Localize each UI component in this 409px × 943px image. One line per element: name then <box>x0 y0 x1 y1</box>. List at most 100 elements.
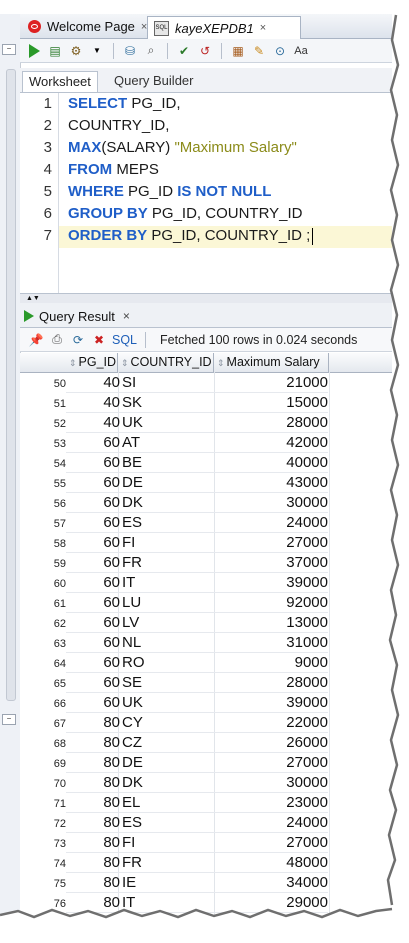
table-row[interactable]: 71 80 EL 23000 <box>20 793 392 813</box>
splitter-arrows-icon[interactable]: ▲▼ <box>26 295 40 302</box>
cell-pg-id[interactable]: 60 <box>70 513 120 533</box>
cell-country-id[interactable]: IT <box>122 573 212 593</box>
column-header-country-id[interactable]: ⇕ COUNTRY_ID <box>118 353 214 372</box>
cell-pg-id[interactable]: 80 <box>70 733 120 753</box>
close-icon[interactable]: × <box>123 309 130 323</box>
cell-maximum-salary[interactable]: 31000 <box>215 633 328 653</box>
table-row[interactable]: 65 60 SE 28000 <box>20 673 392 693</box>
code-line[interactable]: COUNTRY_ID, <box>68 117 169 134</box>
cell-country-id[interactable]: FR <box>122 853 212 873</box>
sql-editor[interactable]: 1 2 3 4 5 6 7 SELECT PG_ID, COUNTRY_ID, MAX(SALA… <box>20 93 392 293</box>
cell-maximum-salary[interactable]: 26000 <box>215 733 328 753</box>
table-row[interactable]: 52 40 UK 28000 <box>20 413 392 433</box>
table-row[interactable]: 61 60 LU 92000 <box>20 593 392 613</box>
run-statement-icon[interactable] <box>26 43 42 59</box>
cell-country-id[interactable]: FR <box>122 553 212 573</box>
cell-maximum-salary[interactable]: 23000 <box>215 793 328 813</box>
cell-pg-id[interactable]: 60 <box>70 473 120 493</box>
cancel-icon[interactable]: ✖ <box>91 332 107 348</box>
cell-maximum-salary[interactable]: 21000 <box>215 373 328 393</box>
cell-country-id[interactable]: EL <box>122 793 212 813</box>
table-row[interactable]: 74 80 FR 48000 <box>20 853 392 873</box>
cell-maximum-salary[interactable]: 39000 <box>215 693 328 713</box>
cell-pg-id[interactable]: 60 <box>70 693 120 713</box>
cell-maximum-salary[interactable]: 37000 <box>215 553 328 573</box>
cell-country-id[interactable]: DK <box>122 493 212 513</box>
table-row[interactable]: 69 80 DE 27000 <box>20 753 392 773</box>
cell-pg-id[interactable]: 40 <box>70 393 120 413</box>
rollback-icon[interactable]: ↺ <box>197 43 213 59</box>
cell-pg-id[interactable]: 80 <box>70 713 120 733</box>
cell-pg-id[interactable]: 80 <box>70 833 120 853</box>
cell-maximum-salary[interactable]: 28000 <box>215 673 328 693</box>
code-line[interactable]: SELECT PG_ID, <box>68 95 181 112</box>
code-line[interactable]: WHERE PG_ID IS NOT NULL <box>68 183 271 200</box>
left-panel-scrollbar[interactable] <box>6 69 16 701</box>
cell-maximum-salary[interactable]: 9000 <box>215 653 328 673</box>
tab-welcome-page[interactable]: Welcome Page × <box>22 16 159 37</box>
cell-maximum-salary[interactable]: 24000 <box>215 513 328 533</box>
cell-country-id[interactable]: LV <box>122 613 212 633</box>
table-row[interactable]: 57 60 ES 24000 <box>20 513 392 533</box>
cell-pg-id[interactable]: 60 <box>70 533 120 553</box>
cell-pg-id[interactable]: 80 <box>70 813 120 833</box>
cell-country-id[interactable]: DE <box>122 473 212 493</box>
cell-pg-id[interactable]: 60 <box>70 493 120 513</box>
run-script-icon[interactable]: ▤ <box>47 43 63 59</box>
cell-country-id[interactable]: AT <box>122 433 212 453</box>
cell-maximum-salary[interactable]: 27000 <box>215 753 328 773</box>
cell-country-id[interactable]: DE <box>122 753 212 773</box>
cell-maximum-salary[interactable]: 13000 <box>215 613 328 633</box>
table-row[interactable]: 55 60 DE 43000 <box>20 473 392 493</box>
table-row[interactable]: 75 80 IE 34000 <box>20 873 392 893</box>
cell-country-id[interactable]: BE <box>122 453 212 473</box>
table-row[interactable]: 66 60 UK 39000 <box>20 693 392 713</box>
cell-country-id[interactable]: FI <box>122 833 212 853</box>
cell-pg-id[interactable]: 80 <box>70 753 120 773</box>
cell-pg-id[interactable]: 80 <box>70 773 120 793</box>
collapse-icon[interactable]: − <box>2 44 16 55</box>
tab-worksheet-connection[interactable]: SQL kayeXEPDB1 × <box>147 16 301 39</box>
cell-country-id[interactable]: ES <box>122 813 212 833</box>
table-row[interactable]: 50 40 SI 21000 <box>20 373 392 393</box>
cell-country-id[interactable]: NL <box>122 633 212 653</box>
sql-history-icon[interactable]: ▦ <box>230 43 246 59</box>
format-icon[interactable]: ⊙ <box>272 43 288 59</box>
collapse-icon-lower[interactable]: − <box>2 714 16 725</box>
table-row[interactable]: 58 60 FI 27000 <box>20 533 392 553</box>
cell-country-id[interactable]: UK <box>122 693 212 713</box>
code-line[interactable]: FROM MEPS <box>68 161 159 178</box>
table-row[interactable]: 72 80 ES 24000 <box>20 813 392 833</box>
table-row[interactable]: 73 80 FI 27000 <box>20 833 392 853</box>
sql-link[interactable]: SQL <box>112 333 137 347</box>
table-row[interactable]: 70 80 DK 30000 <box>20 773 392 793</box>
cell-country-id[interactable]: SI <box>122 373 212 393</box>
explain-plan-icon[interactable]: ⚙ <box>68 43 84 59</box>
tab-query-builder[interactable]: Query Builder <box>108 71 199 91</box>
cell-pg-id[interactable]: 60 <box>70 553 120 573</box>
cell-maximum-salary[interactable]: 22000 <box>215 713 328 733</box>
cell-pg-id[interactable]: 60 <box>70 593 120 613</box>
cell-country-id[interactable]: SE <box>122 673 212 693</box>
code-line[interactable]: ORDER BY PG_ID, COUNTRY_ID ; <box>68 227 314 245</box>
column-header-maximum-salary[interactable]: ⇕ Maximum Salary <box>214 353 329 372</box>
table-row[interactable]: 68 80 CZ 26000 <box>20 733 392 753</box>
cell-country-id[interactable]: SK <box>122 393 212 413</box>
cell-maximum-salary[interactable]: 42000 <box>215 433 328 453</box>
cell-pg-id[interactable]: 60 <box>70 613 120 633</box>
cell-pg-id[interactable]: 80 <box>70 793 120 813</box>
column-header-pg-id[interactable]: ⇕ PG_ID <box>66 353 118 372</box>
table-row[interactable]: 64 60 RO 9000 <box>20 653 392 673</box>
cell-country-id[interactable]: CY <box>122 713 212 733</box>
print-icon[interactable]: ⎙ <box>49 332 65 348</box>
case-toggle-icon[interactable]: Aa <box>293 43 309 59</box>
table-row[interactable]: 67 80 CY 22000 <box>20 713 392 733</box>
cell-maximum-salary[interactable]: 40000 <box>215 453 328 473</box>
code-line[interactable]: MAX(SALARY) "Maximum Salary" <box>68 139 297 156</box>
cell-pg-id[interactable]: 60 <box>70 573 120 593</box>
cell-country-id[interactable]: CZ <box>122 733 212 753</box>
table-row[interactable]: 60 60 IT 39000 <box>20 573 392 593</box>
cell-country-id[interactable]: FI <box>122 533 212 553</box>
cell-maximum-salary[interactable]: 27000 <box>215 533 328 553</box>
table-row[interactable]: 56 60 DK 30000 <box>20 493 392 513</box>
